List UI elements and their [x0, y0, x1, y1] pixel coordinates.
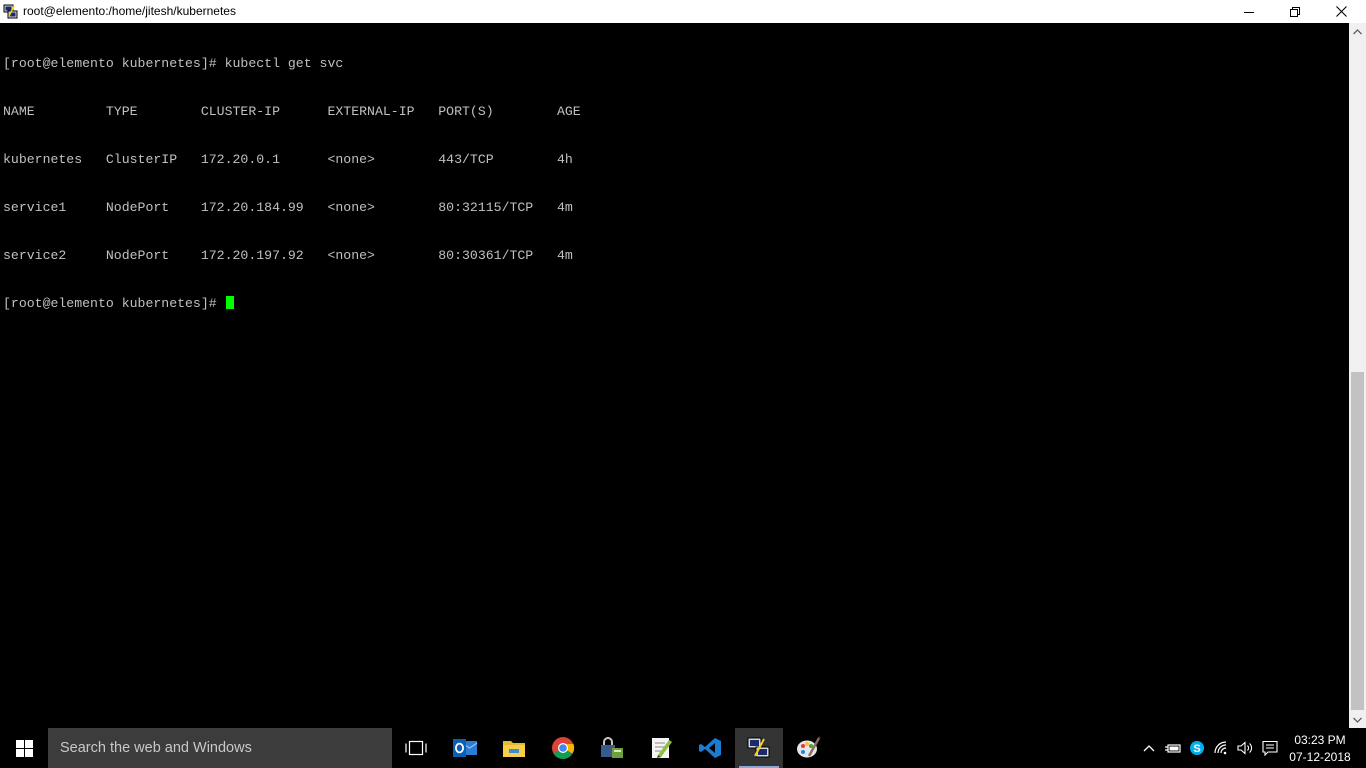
action-center-button[interactable]: [1260, 738, 1280, 758]
terminal-line: NAME TYPE CLUSTER-IP EXTERNAL-IP PORT(S)…: [3, 104, 581, 119]
svg-text:S: S: [1193, 743, 1200, 755]
taskbar-app-vscode[interactable]: [686, 728, 734, 768]
battery-icon: [1165, 744, 1181, 753]
volume-icon: [1237, 741, 1252, 755]
restore-button[interactable]: [1272, 0, 1318, 23]
putty-app-icon[interactable]: [3, 4, 19, 19]
window-title: root@elemento:/home/jitesh/kubernetes: [23, 4, 236, 18]
scroll-down-button[interactable]: [1349, 711, 1366, 728]
clock-time: 03:23 PM: [1294, 733, 1346, 747]
terminal-line: service1 NodePort 172.20.184.99 <none> 8…: [3, 200, 573, 215]
task-view-icon: [405, 740, 427, 756]
start-button[interactable]: [0, 728, 48, 768]
terminal-area[interactable]: [root@elemento kubernetes]# kubectl get …: [0, 23, 1349, 728]
terminal-cursor: [225, 296, 234, 309]
battery-button[interactable]: [1163, 738, 1183, 758]
taskbar: Search the web and Windows S 03:23 PM 07…: [0, 728, 1366, 768]
task-view-button[interactable]: [392, 728, 440, 768]
terminal-line: service2 NodePort 172.20.197.92 <none> 8…: [3, 248, 573, 263]
scroll-up-button[interactable]: [1349, 23, 1366, 40]
wifi-icon: [1214, 741, 1227, 755]
show-hidden-icons-button[interactable]: [1139, 738, 1159, 758]
scrollbar-thumb[interactable]: [1351, 372, 1364, 710]
system-clock[interactable]: 03:23 PM 07-12-2018: [1284, 732, 1356, 766]
paint-icon: [797, 736, 821, 758]
chevron-up-icon: [1143, 745, 1155, 752]
search-box[interactable]: Search the web and Windows: [48, 728, 392, 768]
notepad-plus-plus-icon: [652, 738, 672, 758]
close-button[interactable]: [1318, 0, 1364, 23]
taskbar-app-chrome[interactable]: [539, 728, 587, 768]
taskbar-app-putty[interactable]: [735, 728, 783, 768]
vscode-icon: [699, 738, 721, 758]
taskbar-app-paint[interactable]: [784, 728, 832, 768]
taskbar-app-outlook[interactable]: [441, 728, 489, 768]
restore-icon: [1290, 6, 1300, 17]
minimize-button[interactable]: [1226, 0, 1272, 23]
windows-logo-icon: [15, 739, 33, 757]
file-explorer-icon: [503, 741, 525, 757]
terminal-line: [root@elemento kubernetes]# kubectl get …: [3, 56, 344, 71]
vertical-scrollbar[interactable]: [1349, 23, 1366, 728]
taskbar-app-security[interactable]: [588, 728, 636, 768]
title-bar: root@elemento:/home/jitesh/kubernetes: [0, 0, 1366, 23]
search-placeholder: Search the web and Windows: [60, 740, 252, 756]
action-center-icon: [1262, 740, 1278, 756]
terminal-prompt-line: [root@elemento kubernetes]#: [3, 296, 581, 312]
terminal-line: kubernetes ClusterIP 172.20.0.1 <none> 4…: [3, 152, 573, 167]
chevron-up-icon: [1353, 28, 1362, 34]
minimize-icon: [1244, 11, 1254, 13]
taskbar-app-file-explorer[interactable]: [490, 728, 538, 768]
clock-date: 07-12-2018: [1289, 750, 1351, 764]
taskbar-app-notepad-plus-plus[interactable]: [637, 728, 685, 768]
volume-button[interactable]: [1235, 738, 1255, 758]
skype-icon: S: [1190, 741, 1204, 755]
skype-tray-button[interactable]: S: [1187, 738, 1207, 758]
wifi-button[interactable]: [1212, 738, 1232, 758]
security-app-icon: [601, 737, 623, 758]
chevron-down-icon: [1353, 717, 1362, 723]
terminal-prompt: [root@elemento kubernetes]#: [3, 296, 225, 311]
terminal-output: [root@elemento kubernetes]# kubectl get …: [3, 24, 581, 344]
outlook-icon: [453, 739, 478, 757]
putty-icon: [747, 737, 770, 758]
chrome-icon: [552, 737, 575, 759]
close-icon: [1335, 6, 1347, 17]
